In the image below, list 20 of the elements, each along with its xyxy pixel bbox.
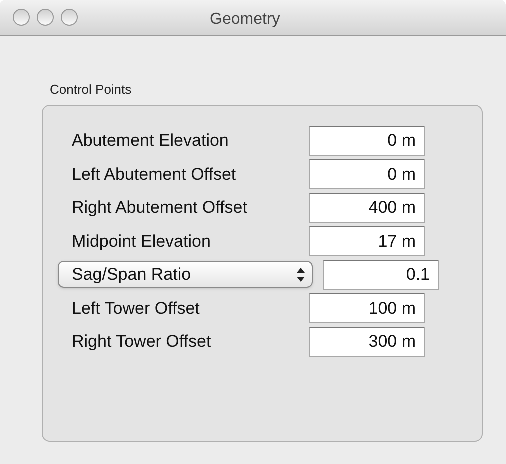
group-title: Control Points: [50, 82, 132, 97]
field-label: Right Tower Offset: [72, 331, 212, 353]
minimize-button[interactable]: [37, 9, 54, 26]
input-field[interactable]: 400 m: [309, 192, 425, 223]
field-label: Left Abutement Offset: [72, 164, 238, 186]
close-button[interactable]: [13, 9, 30, 26]
field-label: Right Abutement Offset: [72, 197, 248, 219]
input-field[interactable]: 0 m: [309, 126, 425, 156]
input-field[interactable]: 0.1: [323, 260, 439, 290]
input-field[interactable]: 17 m: [309, 226, 425, 256]
popup-button[interactable]: Sag/Span Ratio: [58, 261, 313, 288]
field-label: Left Tower Offset: [72, 298, 201, 320]
zoom-button[interactable]: [61, 9, 78, 26]
input-field[interactable]: 300 m: [309, 326, 425, 357]
input-field[interactable]: 100 m: [309, 293, 425, 324]
field-label: Midpoint Elevation: [72, 230, 212, 252]
stepper-arrows-icon: [296, 266, 306, 283]
field-label: Abutement Elevation: [72, 130, 230, 152]
window-title: Geometry: [210, 10, 280, 30]
input-field[interactable]: 0 m: [309, 159, 425, 190]
